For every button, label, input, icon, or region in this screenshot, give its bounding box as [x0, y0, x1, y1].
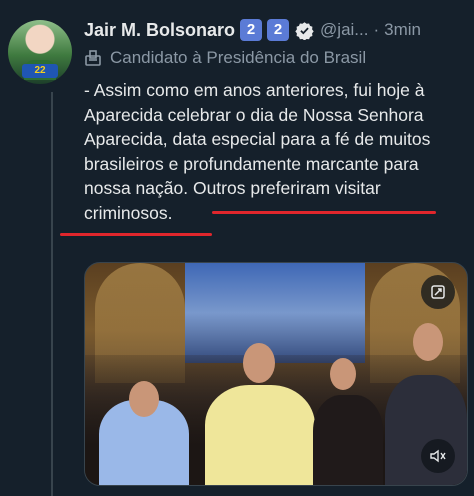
post-header: Jair M. Bolsonaro 2 2 @jai... · 3min [84, 17, 421, 43]
muted-speaker-icon [430, 449, 446, 463]
post-text: - Assim como em anos anteriores, fui hoj… [84, 78, 464, 225]
subtitle-text: Candidato à Presidência do Brasil [110, 48, 367, 67]
person-center [205, 385, 315, 485]
fullscreen-button[interactable] [421, 275, 455, 309]
post-line: Aparecida celebrar o dia de Nossa Senhor… [84, 104, 424, 125]
number-badge-2: 2 [267, 19, 290, 41]
post-timestamp[interactable]: 3min [384, 20, 421, 40]
mute-button[interactable] [421, 439, 455, 473]
fullscreen-icon [431, 285, 445, 299]
person-left-head [129, 381, 159, 417]
annotation-underline-1 [212, 211, 436, 214]
post-video[interactable] [84, 262, 468, 486]
person-priest-head [330, 358, 356, 390]
post-line: nossa nação. Outros preferiram visitar [84, 178, 381, 198]
author-subtitle: Candidato à Presidência do Brasil [84, 48, 366, 68]
person-priest [313, 395, 383, 485]
thread-line [51, 92, 53, 496]
basilica-ceiling [185, 263, 365, 363]
post-line: Aparecida, data especial para a fé de mu… [84, 129, 431, 149]
ballot-box-icon [85, 50, 101, 66]
avatar-badge: 22 [22, 64, 58, 78]
verified-check-icon [295, 21, 314, 40]
annotation-underline-2 [60, 233, 212, 236]
post-line: brasileiros e profundamente marcante par… [84, 153, 419, 174]
post-line: - Assim como em anos anteriores, fui hoj… [84, 80, 425, 100]
number-badge-1: 2 [240, 19, 263, 41]
person-right-head [413, 323, 443, 361]
avatar[interactable]: 22 [8, 20, 72, 84]
separator-dot: · [373, 20, 380, 39]
author-name[interactable]: Jair M. Bolsonaro [84, 20, 235, 41]
person-center-head [243, 343, 275, 383]
author-handle[interactable]: @jai... [320, 20, 368, 40]
